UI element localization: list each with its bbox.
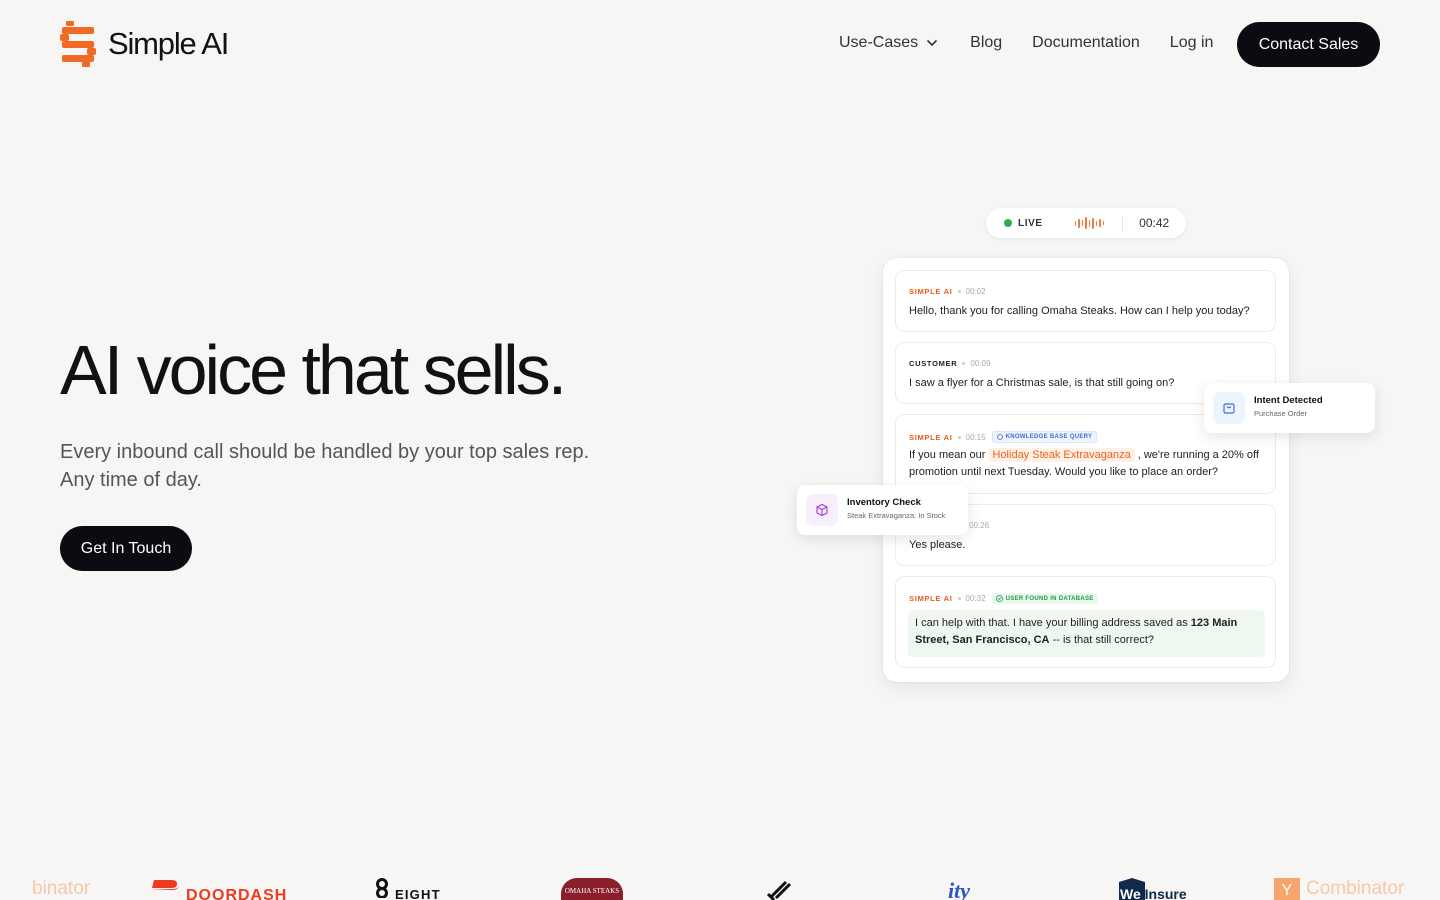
product-highlight: Holiday Steak Extravaganza xyxy=(988,448,1135,462)
logo-ycombinator-2: Y Combinator xyxy=(1274,878,1404,900)
logo-text-suffix: Insure xyxy=(1140,886,1187,900)
brand-name: Simple AI xyxy=(108,26,229,61)
tag-label: KNOWLEDGE BASE QUERY xyxy=(1005,434,1093,440)
shopping-bag-icon xyxy=(1213,392,1245,424)
nav-links: Use-Cases Blog Documentation Log in xyxy=(839,34,1213,52)
nav-login[interactable]: Log in xyxy=(1170,34,1214,52)
message-text-before: If you mean our xyxy=(909,449,986,461)
logo-ity: ity xyxy=(948,878,970,900)
box-icon xyxy=(806,494,838,526)
brand-logo[interactable]: Simple AI xyxy=(60,21,229,67)
message-header: SIMPLE AI 00:32 USER FOUND IN DATABASE xyxy=(909,593,1098,604)
check-circle-icon xyxy=(995,595,1003,602)
message-text-after: -- is that still correct? xyxy=(1052,634,1155,646)
logo-text: Combinator xyxy=(1306,878,1405,899)
info-icon xyxy=(996,434,1003,440)
logo-text: ity xyxy=(948,878,970,900)
hero-subtitle-line1: Every inbound call should be handled by … xyxy=(60,441,590,463)
call-transcript-card: SIMPLE AI 00:02 Hello, thank you for cal… xyxy=(883,258,1289,682)
speaker-label: SIMPLE AI xyxy=(909,287,953,296)
logo-ycombinator: binator xyxy=(32,878,90,900)
message-text: Hello, thank you for calling Omaha Steak… xyxy=(909,305,1250,317)
audio-waveform-icon xyxy=(1074,216,1105,230)
transcript-message: SIMPLE AI 00:32 USER FOUND IN DATABASE I… xyxy=(895,576,1276,668)
live-indicator-icon xyxy=(1004,219,1012,227)
inventory-title: Inventory Check xyxy=(847,497,921,508)
divider xyxy=(1122,215,1124,231)
top-navigation: Simple AI Use-Cases Blog Documentation L… xyxy=(0,0,1440,90)
nav-blog[interactable]: Blog xyxy=(970,34,1002,52)
inventory-subtitle: Steak Extravaganza: In Stock xyxy=(847,511,946,520)
logo-doordash: DOORDASH xyxy=(150,878,287,900)
message-time: 00:02 xyxy=(965,287,986,296)
checkmark-logo-icon xyxy=(766,880,792,900)
intent-detected-card: Intent Detected Purchase Order xyxy=(1204,383,1375,433)
transcript-message: SIMPLE AI 00:02 Hello, thank you for cal… xyxy=(895,270,1276,332)
hero-subtitle: Every inbound call should be handled by … xyxy=(60,438,620,494)
logo-text: EIGHT xyxy=(395,887,441,900)
logo-text: binator xyxy=(32,878,91,899)
message-text: I saw a flyer for a Christmas sale, is t… xyxy=(909,377,1175,389)
dot-separator xyxy=(962,362,966,365)
message-time: 00:09 xyxy=(970,359,991,368)
tag-label: USER FOUND IN DATABASE xyxy=(1005,595,1094,602)
nav-use-cases-label: Use-Cases xyxy=(839,34,919,51)
live-label: LIVE xyxy=(1018,217,1043,229)
call-timer: 00:42 xyxy=(1139,216,1170,230)
knowledge-base-tag: KNOWLEDGE BASE QUERY xyxy=(991,431,1098,443)
simple-ai-logo-icon xyxy=(60,21,96,67)
database-result-box: I can help with that. I have your billin… xyxy=(908,610,1265,657)
get-in-touch-button[interactable]: Get In Touch xyxy=(60,526,192,571)
dot-separator xyxy=(957,435,961,439)
customer-logos: binator DOORDASH EIGHT OMAHA STEAKS ity … xyxy=(0,878,1440,900)
live-call-status: LIVE 00:42 xyxy=(986,208,1186,238)
logo-text: OMAHA STEAKS xyxy=(561,878,623,900)
inventory-check-card: Inventory Check Steak Extravaganza: In S… xyxy=(797,485,968,535)
nav-documentation[interactable]: Documentation xyxy=(1032,34,1140,52)
hero-subtitle-line2: Any time of day. xyxy=(60,469,202,491)
message-time: 00:15 xyxy=(965,432,986,442)
message-header: SIMPLE AI 00:02 xyxy=(909,287,986,296)
logo-we-insure: We Insure xyxy=(1117,878,1197,900)
message-time: 00:32 xyxy=(965,594,986,603)
speaker-label: SIMPLE AI xyxy=(909,432,953,442)
message-text: Yes please. xyxy=(909,539,966,551)
message-text: If you mean our Holiday Steak Extravagan… xyxy=(909,447,1264,481)
hero-title: AI voice that sells. xyxy=(60,331,567,409)
database-tag: USER FOUND IN DATABASE xyxy=(991,593,1098,604)
dot-separator xyxy=(957,597,961,600)
nav-use-cases[interactable]: Use-Cases xyxy=(839,34,938,52)
chevron-down-icon xyxy=(927,39,938,47)
message-time: 00:26 xyxy=(969,521,990,530)
contact-sales-button[interactable]: Contact Sales xyxy=(1237,22,1380,67)
message-header: SIMPLE AI 00:15 KNOWLEDGE BASE QUERY xyxy=(909,431,1098,443)
speaker-label: CUSTOMER xyxy=(909,359,958,368)
intent-title: Intent Detected xyxy=(1254,395,1323,406)
message-text-before: I can help with that. I have your billin… xyxy=(915,617,1188,629)
intent-subtitle: Purchase Order xyxy=(1254,409,1307,418)
dot-separator xyxy=(957,290,961,293)
speaker-label: SIMPLE AI xyxy=(909,594,953,603)
y-logo-icon: Y xyxy=(1274,878,1300,900)
logo-text: DOORDASH xyxy=(186,887,288,900)
logo-checkmark xyxy=(766,878,792,900)
logo-omaha-steaks: OMAHA STEAKS xyxy=(561,878,623,900)
message-header: CUSTOMER 00:09 xyxy=(909,359,990,368)
logo-eight: EIGHT xyxy=(375,878,441,900)
logo-text: We Insure xyxy=(1120,886,1187,900)
doordash-logo-icon xyxy=(150,880,179,890)
eight-logo-icon xyxy=(376,878,388,898)
message-text: I can help with that. I have your billin… xyxy=(915,615,1255,649)
